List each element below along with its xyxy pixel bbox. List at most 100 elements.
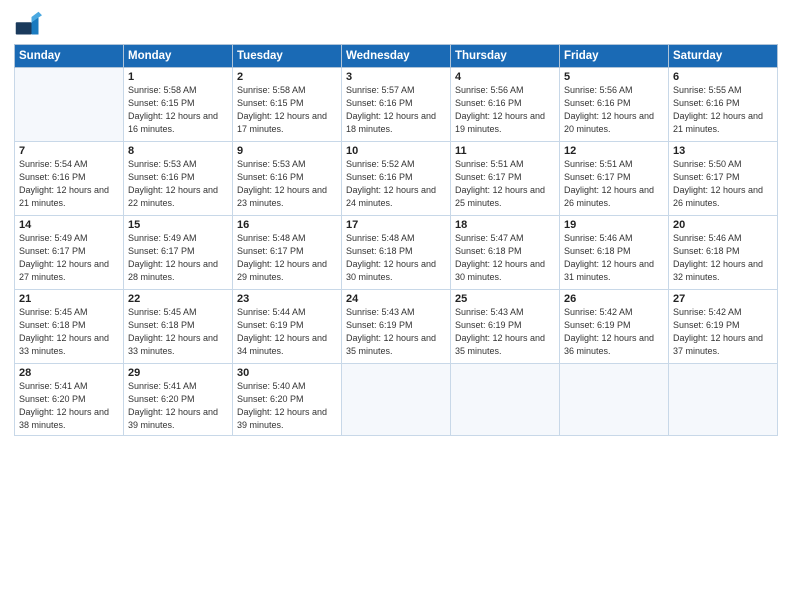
day-detail: Sunrise: 5:46 AM Sunset: 6:18 PM Dayligh… [564,232,664,284]
calendar-day-cell [15,68,124,142]
day-number: 7 [19,145,119,157]
calendar-week-row: 21Sunrise: 5:45 AM Sunset: 6:18 PM Dayli… [15,290,778,364]
day-number: 4 [455,71,555,83]
day-detail: Sunrise: 5:58 AM Sunset: 6:15 PM Dayligh… [128,84,228,136]
calendar-week-row: 1Sunrise: 5:58 AM Sunset: 6:15 PM Daylig… [15,68,778,142]
day-detail: Sunrise: 5:45 AM Sunset: 6:18 PM Dayligh… [19,306,119,358]
day-number: 22 [128,293,228,305]
day-number: 14 [19,219,119,231]
day-number: 3 [346,71,446,83]
calendar-header-row: SundayMondayTuesdayWednesdayThursdayFrid… [15,45,778,68]
logo-icon [14,10,42,38]
day-detail: Sunrise: 5:43 AM Sunset: 6:19 PM Dayligh… [346,306,446,358]
weekday-header-monday: Monday [124,45,233,68]
calendar-day-cell: 25Sunrise: 5:43 AM Sunset: 6:19 PM Dayli… [451,290,560,364]
day-detail: Sunrise: 5:48 AM Sunset: 6:17 PM Dayligh… [237,232,337,284]
calendar-day-cell: 29Sunrise: 5:41 AM Sunset: 6:20 PM Dayli… [124,364,233,436]
calendar-day-cell: 11Sunrise: 5:51 AM Sunset: 6:17 PM Dayli… [451,142,560,216]
day-number: 20 [673,219,773,231]
calendar-day-cell: 30Sunrise: 5:40 AM Sunset: 6:20 PM Dayli… [233,364,342,436]
calendar-day-cell: 27Sunrise: 5:42 AM Sunset: 6:19 PM Dayli… [669,290,778,364]
day-number: 15 [128,219,228,231]
day-detail: Sunrise: 5:53 AM Sunset: 6:16 PM Dayligh… [128,158,228,210]
day-number: 16 [237,219,337,231]
calendar-day-cell: 19Sunrise: 5:46 AM Sunset: 6:18 PM Dayli… [560,216,669,290]
calendar-day-cell: 15Sunrise: 5:49 AM Sunset: 6:17 PM Dayli… [124,216,233,290]
calendar-day-cell: 22Sunrise: 5:45 AM Sunset: 6:18 PM Dayli… [124,290,233,364]
calendar-week-row: 7Sunrise: 5:54 AM Sunset: 6:16 PM Daylig… [15,142,778,216]
calendar-day-cell: 20Sunrise: 5:46 AM Sunset: 6:18 PM Dayli… [669,216,778,290]
calendar-day-cell: 5Sunrise: 5:56 AM Sunset: 6:16 PM Daylig… [560,68,669,142]
day-detail: Sunrise: 5:53 AM Sunset: 6:16 PM Dayligh… [237,158,337,210]
day-number: 12 [564,145,664,157]
calendar-day-cell: 8Sunrise: 5:53 AM Sunset: 6:16 PM Daylig… [124,142,233,216]
day-detail: Sunrise: 5:57 AM Sunset: 6:16 PM Dayligh… [346,84,446,136]
calendar-day-cell: 17Sunrise: 5:48 AM Sunset: 6:18 PM Dayli… [342,216,451,290]
day-detail: Sunrise: 5:55 AM Sunset: 6:16 PM Dayligh… [673,84,773,136]
day-detail: Sunrise: 5:56 AM Sunset: 6:16 PM Dayligh… [455,84,555,136]
calendar-week-row: 14Sunrise: 5:49 AM Sunset: 6:17 PM Dayli… [15,216,778,290]
day-number: 25 [455,293,555,305]
day-detail: Sunrise: 5:45 AM Sunset: 6:18 PM Dayligh… [128,306,228,358]
calendar-day-cell [669,364,778,436]
calendar-day-cell [560,364,669,436]
calendar-day-cell [451,364,560,436]
weekday-header-tuesday: Tuesday [233,45,342,68]
calendar-day-cell: 24Sunrise: 5:43 AM Sunset: 6:19 PM Dayli… [342,290,451,364]
weekday-header-wednesday: Wednesday [342,45,451,68]
calendar-day-cell: 6Sunrise: 5:55 AM Sunset: 6:16 PM Daylig… [669,68,778,142]
day-number: 2 [237,71,337,83]
calendar: SundayMondayTuesdayWednesdayThursdayFrid… [14,44,778,436]
calendar-day-cell: 16Sunrise: 5:48 AM Sunset: 6:17 PM Dayli… [233,216,342,290]
calendar-day-cell: 12Sunrise: 5:51 AM Sunset: 6:17 PM Dayli… [560,142,669,216]
day-number: 23 [237,293,337,305]
calendar-day-cell: 18Sunrise: 5:47 AM Sunset: 6:18 PM Dayli… [451,216,560,290]
day-number: 11 [455,145,555,157]
day-detail: Sunrise: 5:58 AM Sunset: 6:15 PM Dayligh… [237,84,337,136]
day-detail: Sunrise: 5:41 AM Sunset: 6:20 PM Dayligh… [19,380,119,432]
day-detail: Sunrise: 5:41 AM Sunset: 6:20 PM Dayligh… [128,380,228,432]
calendar-day-cell: 10Sunrise: 5:52 AM Sunset: 6:16 PM Dayli… [342,142,451,216]
calendar-day-cell: 26Sunrise: 5:42 AM Sunset: 6:19 PM Dayli… [560,290,669,364]
logo [14,10,46,38]
day-detail: Sunrise: 5:52 AM Sunset: 6:16 PM Dayligh… [346,158,446,210]
calendar-day-cell: 9Sunrise: 5:53 AM Sunset: 6:16 PM Daylig… [233,142,342,216]
weekday-header-sunday: Sunday [15,45,124,68]
weekday-header-thursday: Thursday [451,45,560,68]
day-number: 8 [128,145,228,157]
calendar-day-cell: 7Sunrise: 5:54 AM Sunset: 6:16 PM Daylig… [15,142,124,216]
day-detail: Sunrise: 5:50 AM Sunset: 6:17 PM Dayligh… [673,158,773,210]
day-number: 29 [128,367,228,379]
day-number: 26 [564,293,664,305]
calendar-day-cell: 14Sunrise: 5:49 AM Sunset: 6:17 PM Dayli… [15,216,124,290]
day-detail: Sunrise: 5:51 AM Sunset: 6:17 PM Dayligh… [564,158,664,210]
day-number: 17 [346,219,446,231]
day-detail: Sunrise: 5:46 AM Sunset: 6:18 PM Dayligh… [673,232,773,284]
day-detail: Sunrise: 5:43 AM Sunset: 6:19 PM Dayligh… [455,306,555,358]
calendar-day-cell: 13Sunrise: 5:50 AM Sunset: 6:17 PM Dayli… [669,142,778,216]
calendar-day-cell: 2Sunrise: 5:58 AM Sunset: 6:15 PM Daylig… [233,68,342,142]
day-number: 5 [564,71,664,83]
day-detail: Sunrise: 5:48 AM Sunset: 6:18 PM Dayligh… [346,232,446,284]
day-number: 21 [19,293,119,305]
day-number: 19 [564,219,664,231]
day-number: 6 [673,71,773,83]
day-number: 27 [673,293,773,305]
calendar-day-cell: 4Sunrise: 5:56 AM Sunset: 6:16 PM Daylig… [451,68,560,142]
day-detail: Sunrise: 5:56 AM Sunset: 6:16 PM Dayligh… [564,84,664,136]
day-detail: Sunrise: 5:44 AM Sunset: 6:19 PM Dayligh… [237,306,337,358]
day-number: 18 [455,219,555,231]
day-number: 24 [346,293,446,305]
day-detail: Sunrise: 5:42 AM Sunset: 6:19 PM Dayligh… [673,306,773,358]
header [14,10,778,38]
calendar-day-cell: 1Sunrise: 5:58 AM Sunset: 6:15 PM Daylig… [124,68,233,142]
day-detail: Sunrise: 5:51 AM Sunset: 6:17 PM Dayligh… [455,158,555,210]
page: SundayMondayTuesdayWednesdayThursdayFrid… [0,0,792,612]
day-detail: Sunrise: 5:49 AM Sunset: 6:17 PM Dayligh… [128,232,228,284]
day-number: 9 [237,145,337,157]
weekday-header-friday: Friday [560,45,669,68]
day-number: 28 [19,367,119,379]
day-detail: Sunrise: 5:40 AM Sunset: 6:20 PM Dayligh… [237,380,337,432]
day-detail: Sunrise: 5:49 AM Sunset: 6:17 PM Dayligh… [19,232,119,284]
calendar-day-cell [342,364,451,436]
